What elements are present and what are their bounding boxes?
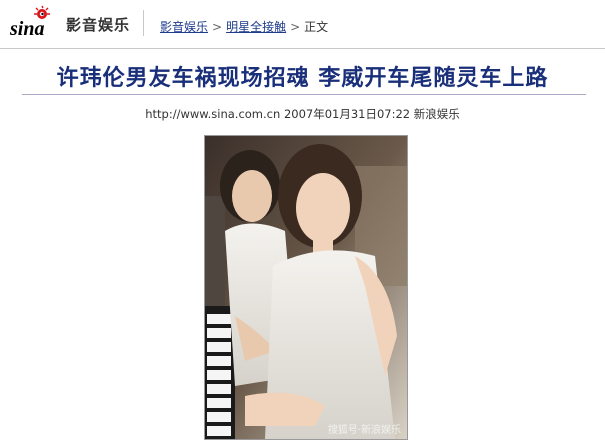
breadcrumb-link-channel[interactable]: 影音娱乐 — [160, 20, 208, 34]
breadcrumb-separator: > — [290, 20, 301, 34]
site-header: sina 影音娱乐 影音娱乐 > 明星全接触 > 正文 — [0, 0, 605, 49]
logo-text: sina — [9, 18, 44, 40]
photo-watermark: 搜狐号·新浪娱乐 — [328, 423, 401, 436]
breadcrumb: 影音娱乐 > 明星全接触 > 正文 — [160, 18, 328, 35]
headline-rule — [22, 94, 586, 95]
photo-illustration: 搜狐号·新浪娱乐 — [205, 136, 407, 439]
breadcrumb-separator: > — [212, 20, 223, 34]
article-photo: 搜狐号·新浪娱乐 — [204, 135, 408, 440]
breadcrumb-current: 正文 — [304, 20, 329, 34]
source-url[interactable]: http://www.sina.com.cn — [145, 107, 280, 121]
publish-datetime: 2007年01月31日07:22 — [283, 107, 411, 121]
channel-title[interactable]: 影音娱乐 — [66, 14, 130, 35]
article-headline: 许玮伦男友车祸现场招魂 李威开车尾随灵车上路 — [56, 66, 549, 91]
header-divider — [143, 10, 144, 36]
article-byline: http://www.sina.com.cn 2007年01月31日07:22 … — [0, 106, 605, 122]
sina-logo[interactable]: sina — [8, 4, 62, 40]
breadcrumb-link-stars[interactable]: 明星全接触 — [226, 20, 286, 34]
source-name[interactable]: 新浪娱乐 — [414, 107, 460, 121]
